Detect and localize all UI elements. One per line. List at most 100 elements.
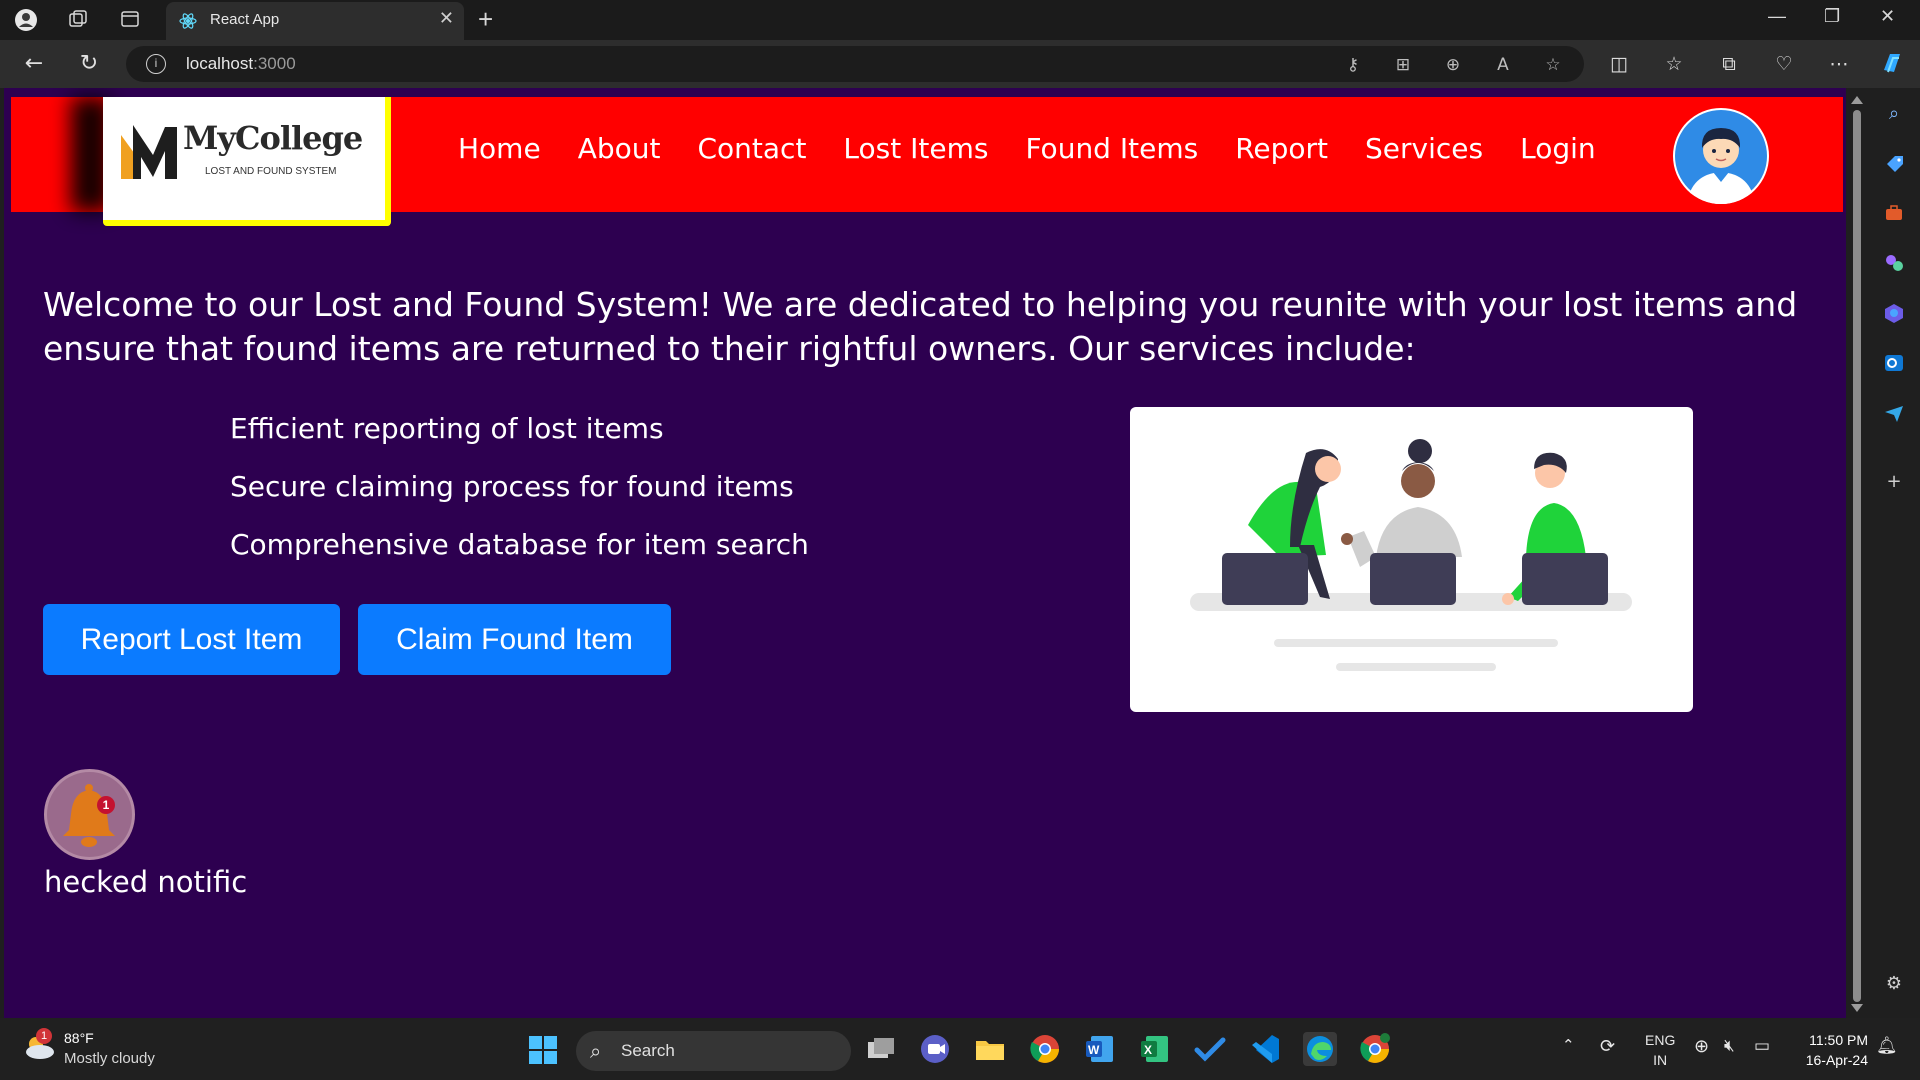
todo-icon[interactable] bbox=[1193, 1032, 1227, 1066]
chrome-profile-icon[interactable] bbox=[1358, 1032, 1392, 1066]
nav-about[interactable]: About bbox=[578, 132, 661, 165]
show-hidden-icons[interactable]: ⌃ bbox=[1562, 1036, 1575, 1054]
sidebar-games-icon[interactable] bbox=[1882, 252, 1906, 276]
workspaces-icon[interactable] bbox=[66, 8, 90, 32]
back-icon[interactable]: ← bbox=[20, 50, 48, 78]
url-text[interactable]: localhost:3000 bbox=[186, 54, 296, 74]
notification-bell-button[interactable]: 1 bbox=[44, 769, 135, 860]
svg-text:X: X bbox=[1144, 1043, 1152, 1057]
address-toolbar: ← ↻ i localhost:3000 ⚷ ⊞ ⊕ A ☆ ◫ ☆ ⧉ ♡ ⋯ bbox=[0, 40, 1920, 88]
search-label: Search bbox=[621, 1041, 675, 1060]
sidebar-copilot-icon[interactable] bbox=[1882, 302, 1906, 326]
nav-found-items[interactable]: Found Items bbox=[1025, 132, 1198, 165]
feature-item: Comprehensive database for item search bbox=[230, 528, 809, 561]
edge-sidebar: ⌕ + ⚙ bbox=[1868, 88, 1920, 1018]
sidebar-search-icon[interactable]: ⌕ bbox=[1882, 102, 1906, 126]
word-icon[interactable]: W bbox=[1083, 1032, 1117, 1066]
close-tab-icon[interactable]: ✕ bbox=[439, 8, 454, 29]
network-icon[interactable]: ⊕ bbox=[1694, 1036, 1709, 1057]
nav-services[interactable]: Services bbox=[1365, 132, 1483, 165]
zoom-icon[interactable]: ⊕ bbox=[1442, 54, 1464, 76]
file-explorer-icon[interactable] bbox=[973, 1032, 1007, 1066]
page-scrollbar[interactable] bbox=[1846, 88, 1868, 1018]
tab-actions-icon[interactable] bbox=[118, 8, 142, 32]
claim-found-item-button[interactable]: Claim Found Item bbox=[358, 604, 671, 675]
lang-top: ENG bbox=[1645, 1032, 1676, 1048]
edge-icon[interactable] bbox=[1303, 1032, 1337, 1066]
scroll-up-icon[interactable] bbox=[1851, 96, 1863, 104]
close-window-icon[interactable]: ✕ bbox=[1880, 6, 1895, 27]
nav-lost-items[interactable]: Lost Items bbox=[843, 132, 988, 165]
feature-item: Efficient reporting of lost items bbox=[230, 412, 664, 445]
favorites-icon[interactable]: ☆ bbox=[1660, 50, 1688, 78]
sidebar-settings-icon[interactable]: ⚙ bbox=[1882, 972, 1906, 996]
nav-contact[interactable]: Contact bbox=[697, 132, 806, 165]
read-aloud-icon[interactable]: A bbox=[1492, 54, 1514, 76]
excel-icon[interactable]: X bbox=[1138, 1032, 1172, 1066]
nav-home[interactable]: Home bbox=[458, 132, 541, 165]
notifications-icon[interactable]: 🔔︎ bbox=[1876, 1036, 1898, 1056]
key-icon[interactable]: ⚷ bbox=[1342, 54, 1364, 76]
new-tab-icon[interactable]: + bbox=[478, 4, 493, 35]
team-illustration-image bbox=[1190, 439, 1632, 671]
volume-muted-icon[interactable]: 🔇︎ bbox=[1724, 1036, 1735, 1056]
user-avatar[interactable] bbox=[1673, 108, 1769, 204]
page-viewport: MyCollege LOST AND FOUND SYSTEM Home Abo… bbox=[4, 88, 1846, 1018]
site-info-icon[interactable]: i bbox=[146, 54, 166, 74]
scroll-down-icon[interactable] bbox=[1851, 1004, 1863, 1012]
search-icon: ⌕ bbox=[590, 1039, 602, 1063]
start-windows-icon[interactable] bbox=[529, 1036, 557, 1064]
sidebar-outlook-icon[interactable] bbox=[1882, 352, 1906, 376]
feature-item: Secure claiming process for found items bbox=[230, 470, 794, 503]
task-view-icon[interactable] bbox=[864, 1032, 898, 1066]
sidebar-send-icon[interactable] bbox=[1882, 402, 1906, 426]
report-lost-item-button[interactable]: Report Lost Item bbox=[43, 604, 340, 675]
svg-text:W: W bbox=[1088, 1043, 1100, 1057]
weather-desc: Mostly cloudy bbox=[64, 1050, 155, 1067]
logo-subtitle: LOST AND FOUND SYSTEM bbox=[205, 166, 337, 177]
sidebar-tools-icon[interactable] bbox=[1882, 202, 1906, 226]
taskbar-search[interactable]: ⌕ Search bbox=[576, 1031, 851, 1071]
browser-essentials-icon[interactable]: ♡ bbox=[1770, 50, 1798, 78]
sidebar-shopping-icon[interactable] bbox=[1882, 152, 1906, 176]
collections-icon[interactable]: ⧉ bbox=[1715, 50, 1743, 78]
intro-paragraph: Welcome to our Lost and Found System! We… bbox=[43, 285, 1798, 368]
battery-icon[interactable]: ▭ bbox=[1754, 1036, 1770, 1056]
sync-icon[interactable]: ⟳ bbox=[1600, 1036, 1615, 1057]
site-navbar: MyCollege LOST AND FOUND SYSTEM Home Abo… bbox=[11, 97, 1843, 226]
user-avatar-icon bbox=[1675, 110, 1767, 204]
team-illustration bbox=[1130, 407, 1693, 712]
logo-name: MyCollege bbox=[183, 119, 363, 157]
tab-title: React App bbox=[210, 11, 280, 28]
react-favicon-icon bbox=[178, 11, 198, 31]
system-clock[interactable]: 11:50 PM 16-Apr-24 bbox=[1792, 1030, 1868, 1070]
nav-links: Home About Contact Lost Items Found Item… bbox=[458, 132, 1633, 165]
nav-report[interactable]: Report bbox=[1235, 132, 1328, 165]
vscode-icon[interactable] bbox=[1248, 1032, 1282, 1066]
address-bar[interactable]: i localhost:3000 ⚷ ⊞ ⊕ A ☆ bbox=[126, 46, 1584, 82]
chrome-icon[interactable] bbox=[1028, 1032, 1062, 1066]
app-available-icon[interactable]: ⊞ bbox=[1392, 54, 1414, 76]
sidebar-add-icon[interactable]: + bbox=[1882, 470, 1906, 494]
site-logo[interactable]: MyCollege LOST AND FOUND SYSTEM bbox=[103, 97, 391, 226]
restore-icon[interactable]: ❐ bbox=[1824, 6, 1840, 27]
weather-badge: 1 bbox=[36, 1028, 52, 1044]
nav-login[interactable]: Login bbox=[1520, 132, 1596, 165]
copilot-icon[interactable] bbox=[1878, 50, 1906, 78]
logo-m-icon bbox=[121, 125, 177, 179]
browser-tab[interactable]: React App ✕ bbox=[166, 2, 464, 40]
weather-cloud-icon[interactable]: 1 bbox=[22, 1028, 56, 1060]
bell-icon bbox=[63, 784, 115, 847]
favorite-star-icon[interactable]: ☆ bbox=[1542, 54, 1564, 76]
split-screen-icon[interactable]: ◫ bbox=[1605, 50, 1633, 78]
weather-temp: 88°F bbox=[64, 1030, 94, 1046]
teams-meet-icon[interactable] bbox=[918, 1032, 952, 1066]
scroll-thumb[interactable] bbox=[1853, 110, 1861, 1002]
profile-icon[interactable] bbox=[14, 8, 38, 32]
more-menu-icon[interactable]: ⋯ bbox=[1825, 50, 1853, 78]
refresh-icon[interactable]: ↻ bbox=[75, 50, 103, 78]
minimize-icon[interactable]: — bbox=[1768, 6, 1786, 27]
language-indicator[interactable]: ENG IN bbox=[1645, 1030, 1675, 1070]
browser-titlebar: React App ✕ + — ❐ ✕ bbox=[0, 0, 1920, 40]
clock-time: 11:50 PM bbox=[1809, 1032, 1868, 1048]
